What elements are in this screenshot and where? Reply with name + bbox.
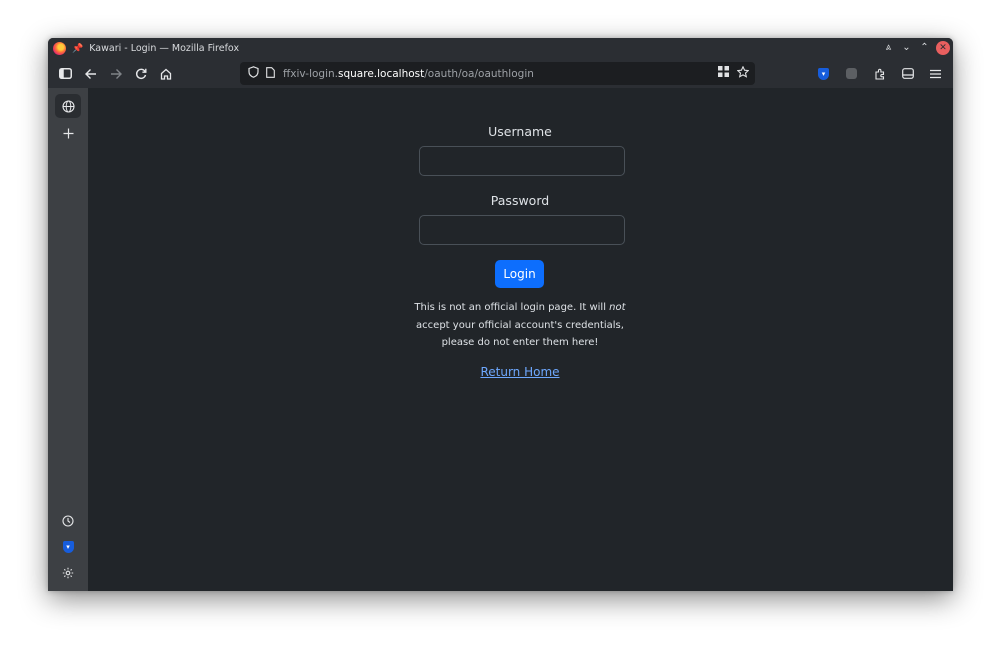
account-panel-icon[interactable]	[895, 61, 920, 86]
title-bar: 📌 Kawari - Login — Mozilla Firefox ⩓ ⌄ ⌃…	[48, 38, 953, 59]
pin-icon[interactable]: 📌	[72, 44, 83, 54]
forward-arrow-icon[interactable]	[103, 61, 128, 86]
bookmark-star-icon[interactable]	[736, 65, 750, 81]
firefox-logo-icon	[53, 42, 66, 55]
url-subdomain: ffxiv-login.	[283, 67, 339, 80]
tracking-shield-icon[interactable]	[248, 66, 259, 81]
close-button[interactable]: ✕	[936, 41, 950, 55]
url-path: /oauth/oa/oauthlogin	[424, 67, 534, 80]
disclaimer-line3: please do not enter them here!	[441, 337, 599, 348]
new-tab-plus-icon[interactable]	[55, 121, 81, 145]
url-bar[interactable]: ffxiv-login.square.localhost/oauth/oa/oa…	[240, 62, 755, 85]
return-home-link[interactable]: Return Home	[419, 365, 621, 379]
disclaimer-emphasis: not	[609, 302, 626, 313]
extensions-puzzle-icon[interactable]	[867, 61, 892, 86]
password-label: Password	[490, 193, 550, 208]
disclaimer-line1: This is not an official login page. It w…	[414, 302, 610, 313]
window-title: Kawari - Login — Mozilla Firefox	[89, 43, 240, 54]
keep-above-button[interactable]: ⩓	[882, 41, 895, 55]
hamburger-menu-icon[interactable]	[923, 61, 948, 86]
page-content: Username Password Login This is not an o…	[88, 88, 953, 591]
bitwarden-icon[interactable]: ▾	[55, 535, 81, 559]
minimize-button[interactable]: ⌄	[900, 41, 913, 55]
settings-gear-icon[interactable]	[55, 561, 81, 585]
globe-tab-icon[interactable]	[55, 94, 81, 118]
url-host: square.localhost	[338, 67, 425, 80]
browser-window: 📌 Kawari - Login — Mozilla Firefox ⩓ ⌄ ⌃…	[48, 38, 953, 591]
window-controls: ⩓ ⌄ ⌃ ✕	[882, 41, 950, 55]
url-text[interactable]: ffxiv-login.square.localhost/oauth/oa/oa…	[283, 68, 534, 80]
vertical-tabs-sidebar: ▾	[48, 88, 88, 591]
disclaimer-line2: accept your official account's credentia…	[416, 319, 624, 331]
maximize-button[interactable]: ⌃	[918, 41, 931, 55]
login-button[interactable]: Login	[495, 260, 544, 288]
password-input[interactable]	[419, 215, 625, 245]
bitwarden-extension-icon[interactable]: ▾	[811, 61, 836, 86]
extension-hexagon-icon[interactable]	[839, 61, 864, 86]
disclaimer-text: This is not an official login page. It w…	[399, 299, 641, 352]
page-info-icon[interactable]	[266, 66, 275, 81]
history-icon[interactable]	[55, 509, 81, 533]
back-arrow-icon[interactable]	[78, 61, 103, 86]
sidebar-toggle-icon[interactable]	[53, 61, 78, 86]
username-label: Username	[488, 124, 552, 139]
username-input[interactable]	[419, 146, 625, 176]
toolbar-right: ▾	[811, 61, 948, 86]
navigation-toolbar: ffxiv-login.square.localhost/oauth/oa/oa…	[48, 59, 953, 88]
qr-code-icon[interactable]	[718, 66, 729, 81]
home-icon[interactable]	[153, 61, 178, 86]
reload-icon[interactable]	[128, 61, 153, 86]
